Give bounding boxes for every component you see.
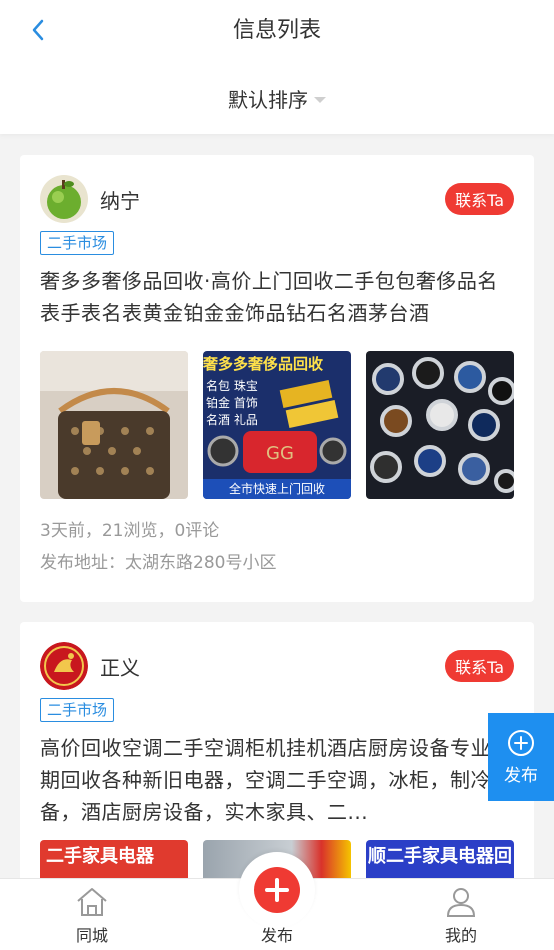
post-images: 奢多多奢侈品回收 名包 珠宝 铂金 首饰 名酒 礼品 GG 全市快速上门回收 (40, 351, 514, 499)
contact-button[interactable]: 联系Ta (445, 183, 514, 215)
image-banner-text: 二手家具电器 (46, 846, 154, 867)
publish-float-button[interactable]: 发布 (488, 713, 554, 801)
plus-icon (265, 878, 289, 902)
post-address: 发布地址：太湖东路280号小区 (40, 553, 277, 573)
post-card[interactable]: 纳宁 联系Ta 二手市场 奢多多奢侈品回收·高价上门回收二手包包奢侈品名表手表名… (20, 155, 534, 602)
header: 信息列表 默认排序 (0, 0, 554, 134)
post-author: 纳宁 (40, 175, 514, 223)
post-image[interactable]: 奢多多奢侈品回收 名包 珠宝 铂金 首饰 名酒 礼品 GG 全市快速上门回收 (203, 351, 351, 499)
tab-mine[interactable]: 我的 (411, 886, 511, 946)
plus-circle-icon (508, 729, 534, 756)
home-icon (77, 888, 107, 916)
post-image[interactable] (40, 351, 188, 499)
sort-label: 默认排序 (228, 88, 308, 112)
sort-dropdown[interactable]: 默认排序 (0, 84, 554, 113)
caret-down-icon (314, 96, 326, 103)
post-meta: 3天前，21浏览，0评论 发布地址：太湖东路280号小区 (40, 515, 514, 579)
avatar[interactable] (40, 175, 88, 223)
tab-home-label: 同城 (75, 926, 108, 945)
tab-home[interactable]: 同城 (42, 886, 142, 946)
user-icon (446, 888, 476, 917)
tab-mine-label: 我的 (444, 926, 477, 945)
svg-text:GG: GG (266, 443, 294, 464)
contact-button[interactable]: 联系Ta (445, 650, 514, 682)
image-footer-text: 全市快速上门回收 (203, 479, 351, 499)
page-title: 信息列表 (232, 18, 321, 43)
category-tag[interactable]: 二手市场 (40, 231, 115, 255)
image-banner-text: 顺二手家具电器回 (368, 846, 512, 867)
post-list: 纳宁 联系Ta 二手市场 奢多多奢侈品回收·高价上门回收二手包包奢侈品名表手表名… (20, 155, 534, 950)
username[interactable]: 正义 (100, 652, 140, 681)
username[interactable]: 纳宁 (100, 185, 140, 214)
tab-publish-button[interactable] (239, 852, 315, 928)
post-description[interactable]: 奢多多奢侈品回收·高价上门回收二手包包奢侈品名表手表名表黄金铂金金饰品钻石名酒茅… (40, 265, 514, 329)
publish-float-label: 发布 (504, 765, 538, 786)
category-tag[interactable]: 二手市场 (40, 698, 115, 722)
post-author: 正义 (40, 642, 514, 690)
post-stats: 3天前，21浏览，0评论 (40, 521, 220, 541)
avatar[interactable] (40, 642, 88, 690)
post-description[interactable]: 高价回收空调二手空调柜机挂机酒店厨房设备专业长期回收各种新旧电器，空调二手空调，… (40, 732, 514, 828)
post-image[interactable] (366, 351, 514, 499)
